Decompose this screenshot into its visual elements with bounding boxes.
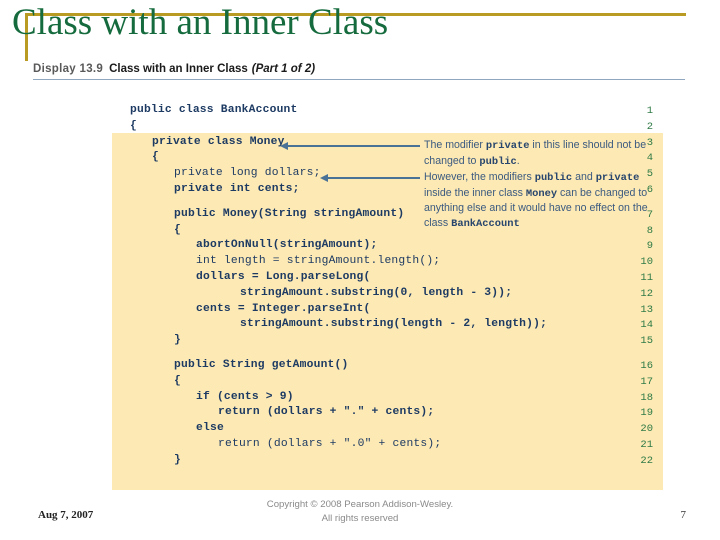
code-line-number: 14 xyxy=(640,319,653,332)
footer-copyright-line-2: All rights reserved xyxy=(321,513,399,524)
code-line: public Money(String stringAmount) xyxy=(174,207,405,220)
code-line: } xyxy=(174,334,181,347)
footer-copyright-line-1: Copyright © 2008 Pearson Addison-Wesley. xyxy=(266,499,454,510)
code-line: stringAmount.substring(0, length - 3)); xyxy=(240,286,513,299)
caption-divider xyxy=(33,79,685,80)
code-line-number: 2 xyxy=(646,120,653,133)
code-line: { xyxy=(130,119,137,132)
code-line-number: 4 xyxy=(646,152,653,165)
code-line: { xyxy=(174,374,181,387)
code-line-number: 1 xyxy=(646,105,653,117)
code-line-number: 6 xyxy=(646,184,653,196)
display-title: Class with an Inner Class xyxy=(109,63,248,75)
code-line-number: 16 xyxy=(640,360,653,372)
code-line-number: 21 xyxy=(640,439,653,451)
page-title: Class with an Inner Class xyxy=(12,2,389,43)
code-line-number: 13 xyxy=(640,303,653,316)
code-line: return (dollars + ".0" + cents); xyxy=(218,438,442,450)
code-line-number: 19 xyxy=(640,407,653,420)
code-line: } xyxy=(174,453,181,466)
code-line-number: 12 xyxy=(640,287,653,300)
code-line-number: 15 xyxy=(640,335,653,348)
code-line: private class Money xyxy=(152,135,285,148)
code-line: else xyxy=(196,422,224,435)
line-number-gutter xyxy=(40,96,112,494)
code-line: public String getAmount() xyxy=(174,359,349,371)
display-number: Display 13.9 xyxy=(33,63,104,75)
code-line-number: 17 xyxy=(640,375,653,388)
footer-copyright: Copyright © 2008 Pearson Addison-Wesley.… xyxy=(0,498,720,526)
code-line: private long dollars; xyxy=(174,167,321,180)
code-line: { xyxy=(174,223,181,236)
code-figure: 1 public class BankAccount 2 {3 private clas… xyxy=(40,96,685,494)
code-line-number: 10 xyxy=(640,256,653,269)
code-line: public class BankAccount xyxy=(130,104,298,116)
code-line: int length = stringAmount.length(); xyxy=(196,255,441,268)
code-line-number: 11 xyxy=(640,272,653,284)
code-line-number: 7 xyxy=(646,208,653,221)
code-line-number: 5 xyxy=(646,168,653,181)
code-line: if (cents > 9) xyxy=(196,390,294,403)
code-line: dollars = Long.parseLong( xyxy=(196,271,371,283)
code-line: return (dollars + "." + cents); xyxy=(218,406,435,419)
display-caption: Display 13.9 Class with an Inner Class (Pa… xyxy=(33,63,683,75)
code-line-number: 20 xyxy=(640,423,653,436)
code-line-number: 9 xyxy=(646,240,653,253)
footer-page-number: 7 xyxy=(680,509,687,521)
code-line-number: 8 xyxy=(646,224,653,237)
code-line-number: 22 xyxy=(640,454,653,467)
code-line: { xyxy=(152,151,159,164)
code-line: stringAmount.substring(length - 2, lengt… xyxy=(240,318,548,331)
code-line-number: 18 xyxy=(640,391,653,404)
code-line: cents = Integer.parseInt( xyxy=(196,302,371,315)
code-line: abortOnNull(stringAmount); xyxy=(196,239,378,252)
code-line-number: 3 xyxy=(646,136,653,149)
display-part: (Part 1 of 2) xyxy=(251,63,316,75)
code-line: private int cents; xyxy=(174,183,300,195)
